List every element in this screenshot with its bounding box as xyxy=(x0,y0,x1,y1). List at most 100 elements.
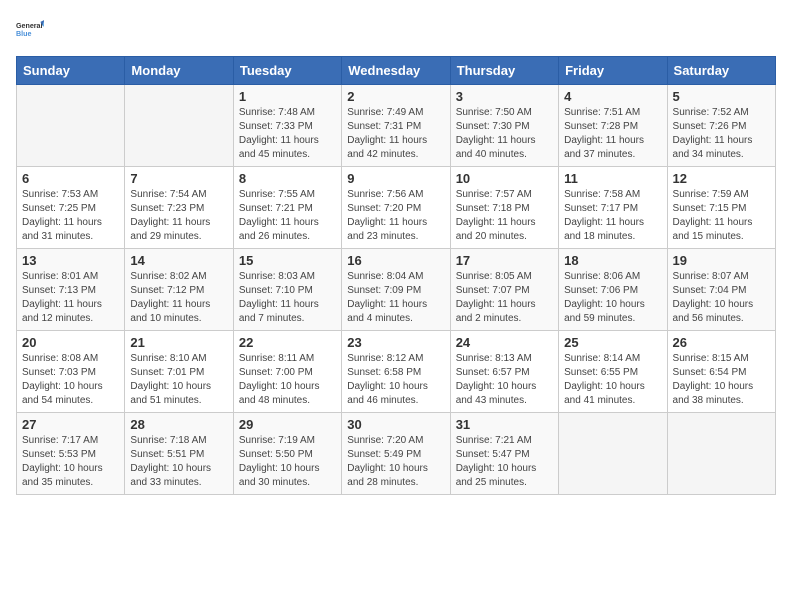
weekday-header: Friday xyxy=(559,57,667,85)
calendar-cell: 8 Sunrise: 7:55 AMSunset: 7:21 PMDaylight… xyxy=(233,167,341,249)
day-number: 22 xyxy=(239,335,336,350)
day-info: Sunrise: 7:53 AMSunset: 7:25 PMDaylight:… xyxy=(22,188,119,244)
calendar-cell: 5 Sunrise: 7:52 AMSunset: 7:26 PMDaylight… xyxy=(667,85,775,167)
day-number: 14 xyxy=(130,253,227,268)
calendar-cell: 12 Sunrise: 7:59 AMSunset: 7:15 PMDayligh… xyxy=(667,167,775,249)
day-number: 4 xyxy=(564,89,661,104)
day-info: Sunrise: 8:05 AMSunset: 7:07 PMDaylight:… xyxy=(456,270,553,326)
calendar-week-row: 13Sunrise: 8:01 AMSunset: 7:13 PMDayligh… xyxy=(17,249,776,331)
day-info: Sunrise: 8:01 AMSunset: 7:13 PMDaylight:… xyxy=(22,270,119,326)
day-number: 28 xyxy=(130,417,227,432)
day-info: Sunrise: 8:06 AMSunset: 7:06 PMDaylight:… xyxy=(564,270,661,326)
calendar-cell: 18 Sunrise: 8:06 AMSunset: 7:06 PMDayligh… xyxy=(559,249,667,331)
day-info: Sunrise: 8:15 AMSunset: 6:54 PMDaylight:… xyxy=(673,352,770,408)
day-info: Sunrise: 7:49 AMSunset: 7:31 PMDaylight:… xyxy=(347,106,444,162)
calendar-cell: 31Sunrise: 7:21 AMSunset: 5:47 PMDayligh… xyxy=(450,413,558,495)
day-number: 19 xyxy=(673,253,770,268)
calendar-week-row: 20 Sunrise: 8:08 AMSunset: 7:03 PMDayligh… xyxy=(17,331,776,413)
calendar-week-row: 1 Sunrise: 7:48 AMSunset: 7:33 PMDaylight… xyxy=(17,85,776,167)
weekday-header: Sunday xyxy=(17,57,125,85)
calendar-cell xyxy=(125,85,233,167)
calendar-cell: 23Sunrise: 8:12 AMSunset: 6:58 PMDayligh… xyxy=(342,331,450,413)
day-info: Sunrise: 7:51 AMSunset: 7:28 PMDaylight:… xyxy=(564,106,661,162)
day-info: Sunrise: 7:59 AMSunset: 7:15 PMDaylight:… xyxy=(673,188,770,244)
day-number: 3 xyxy=(456,89,553,104)
day-info: Sunrise: 8:14 AMSunset: 6:55 PMDaylight:… xyxy=(564,352,661,408)
day-number: 24 xyxy=(456,335,553,350)
calendar-cell: 6 Sunrise: 7:53 AMSunset: 7:25 PMDaylight… xyxy=(17,167,125,249)
calendar-cell: 4 Sunrise: 7:51 AMSunset: 7:28 PMDaylight… xyxy=(559,85,667,167)
day-number: 29 xyxy=(239,417,336,432)
calendar-cell: 15 Sunrise: 8:03 AMSunset: 7:10 PMDayligh… xyxy=(233,249,341,331)
day-number: 15 xyxy=(239,253,336,268)
day-number: 12 xyxy=(673,171,770,186)
day-number: 25 xyxy=(564,335,661,350)
day-number: 7 xyxy=(130,171,227,186)
page-header: General Blue xyxy=(16,16,776,44)
calendar-cell xyxy=(559,413,667,495)
calendar-cell: 3 Sunrise: 7:50 AMSunset: 7:30 PMDaylight… xyxy=(450,85,558,167)
calendar-cell: 11 Sunrise: 7:58 AMSunset: 7:17 PMDayligh… xyxy=(559,167,667,249)
calendar-cell: 27 Sunrise: 7:17 AMSunset: 5:53 PMDayligh… xyxy=(17,413,125,495)
day-number: 21 xyxy=(130,335,227,350)
weekday-header: Tuesday xyxy=(233,57,341,85)
calendar-week-row: 27 Sunrise: 7:17 AMSunset: 5:53 PMDayligh… xyxy=(17,413,776,495)
day-info: Sunrise: 7:20 AMSunset: 5:49 PMDaylight:… xyxy=(347,434,444,490)
calendar-cell: 17 Sunrise: 8:05 AMSunset: 7:07 PMDayligh… xyxy=(450,249,558,331)
day-info: Sunrise: 8:12 AMSunset: 6:58 PMDaylight:… xyxy=(347,352,444,408)
weekday-header-row: SundayMondayTuesdayWednesdayThursdayFrid… xyxy=(17,57,776,85)
weekday-header: Monday xyxy=(125,57,233,85)
weekday-header: Saturday xyxy=(667,57,775,85)
day-number: 10 xyxy=(456,171,553,186)
day-info: Sunrise: 8:04 AMSunset: 7:09 PMDaylight:… xyxy=(347,270,444,326)
calendar-table: SundayMondayTuesdayWednesdayThursdayFrid… xyxy=(16,56,776,495)
day-info: Sunrise: 8:02 AMSunset: 7:12 PMDaylight:… xyxy=(130,270,227,326)
calendar-cell: 21 Sunrise: 8:10 AMSunset: 7:01 PMDayligh… xyxy=(125,331,233,413)
calendar-cell: 7 Sunrise: 7:54 AMSunset: 7:23 PMDaylight… xyxy=(125,167,233,249)
day-info: Sunrise: 7:55 AMSunset: 7:21 PMDaylight:… xyxy=(239,188,336,244)
day-number: 11 xyxy=(564,171,661,186)
day-info: Sunrise: 8:11 AMSunset: 7:00 PMDaylight:… xyxy=(239,352,336,408)
calendar-cell: 13Sunrise: 8:01 AMSunset: 7:13 PMDayligh… xyxy=(17,249,125,331)
day-number: 27 xyxy=(22,417,119,432)
day-number: 6 xyxy=(22,171,119,186)
svg-text:General: General xyxy=(16,22,43,30)
day-info: Sunrise: 7:50 AMSunset: 7:30 PMDaylight:… xyxy=(456,106,553,162)
calendar-cell: 29 Sunrise: 7:19 AMSunset: 5:50 PMDayligh… xyxy=(233,413,341,495)
weekday-header: Thursday xyxy=(450,57,558,85)
calendar-cell: 25 Sunrise: 8:14 AMSunset: 6:55 PMDayligh… xyxy=(559,331,667,413)
day-number: 30 xyxy=(347,417,444,432)
day-number: 17 xyxy=(456,253,553,268)
calendar-cell xyxy=(17,85,125,167)
day-info: Sunrise: 7:52 AMSunset: 7:26 PMDaylight:… xyxy=(673,106,770,162)
day-info: Sunrise: 8:08 AMSunset: 7:03 PMDaylight:… xyxy=(22,352,119,408)
day-number: 26 xyxy=(673,335,770,350)
calendar-cell: 26 Sunrise: 8:15 AMSunset: 6:54 PMDayligh… xyxy=(667,331,775,413)
day-number: 20 xyxy=(22,335,119,350)
day-info: Sunrise: 7:17 AMSunset: 5:53 PMDaylight:… xyxy=(22,434,119,490)
day-info: Sunrise: 7:19 AMSunset: 5:50 PMDaylight:… xyxy=(239,434,336,490)
day-info: Sunrise: 8:10 AMSunset: 7:01 PMDaylight:… xyxy=(130,352,227,408)
logo: General Blue xyxy=(16,16,44,44)
day-info: Sunrise: 8:03 AMSunset: 7:10 PMDaylight:… xyxy=(239,270,336,326)
calendar-cell: 28Sunrise: 7:18 AMSunset: 5:51 PMDayligh… xyxy=(125,413,233,495)
day-number: 16 xyxy=(347,253,444,268)
day-info: Sunrise: 7:56 AMSunset: 7:20 PMDaylight:… xyxy=(347,188,444,244)
day-number: 8 xyxy=(239,171,336,186)
day-number: 18 xyxy=(564,253,661,268)
day-info: Sunrise: 7:54 AMSunset: 7:23 PMDaylight:… xyxy=(130,188,227,244)
calendar-cell: 19Sunrise: 8:07 AMSunset: 7:04 PMDayligh… xyxy=(667,249,775,331)
calendar-cell: 9 Sunrise: 7:56 AMSunset: 7:20 PMDaylight… xyxy=(342,167,450,249)
calendar-cell xyxy=(667,413,775,495)
logo-icon: General Blue xyxy=(16,16,44,44)
day-info: Sunrise: 7:48 AMSunset: 7:33 PMDaylight:… xyxy=(239,106,336,162)
day-info: Sunrise: 7:57 AMSunset: 7:18 PMDaylight:… xyxy=(456,188,553,244)
day-number: 5 xyxy=(673,89,770,104)
day-info: Sunrise: 7:58 AMSunset: 7:17 PMDaylight:… xyxy=(564,188,661,244)
svg-text:Blue: Blue xyxy=(16,30,31,38)
day-number: 9 xyxy=(347,171,444,186)
calendar-cell: 2Sunrise: 7:49 AMSunset: 7:31 PMDaylight… xyxy=(342,85,450,167)
calendar-cell: 16 Sunrise: 8:04 AMSunset: 7:09 PMDayligh… xyxy=(342,249,450,331)
calendar-cell: 22 Sunrise: 8:11 AMSunset: 7:00 PMDayligh… xyxy=(233,331,341,413)
day-number: 1 xyxy=(239,89,336,104)
